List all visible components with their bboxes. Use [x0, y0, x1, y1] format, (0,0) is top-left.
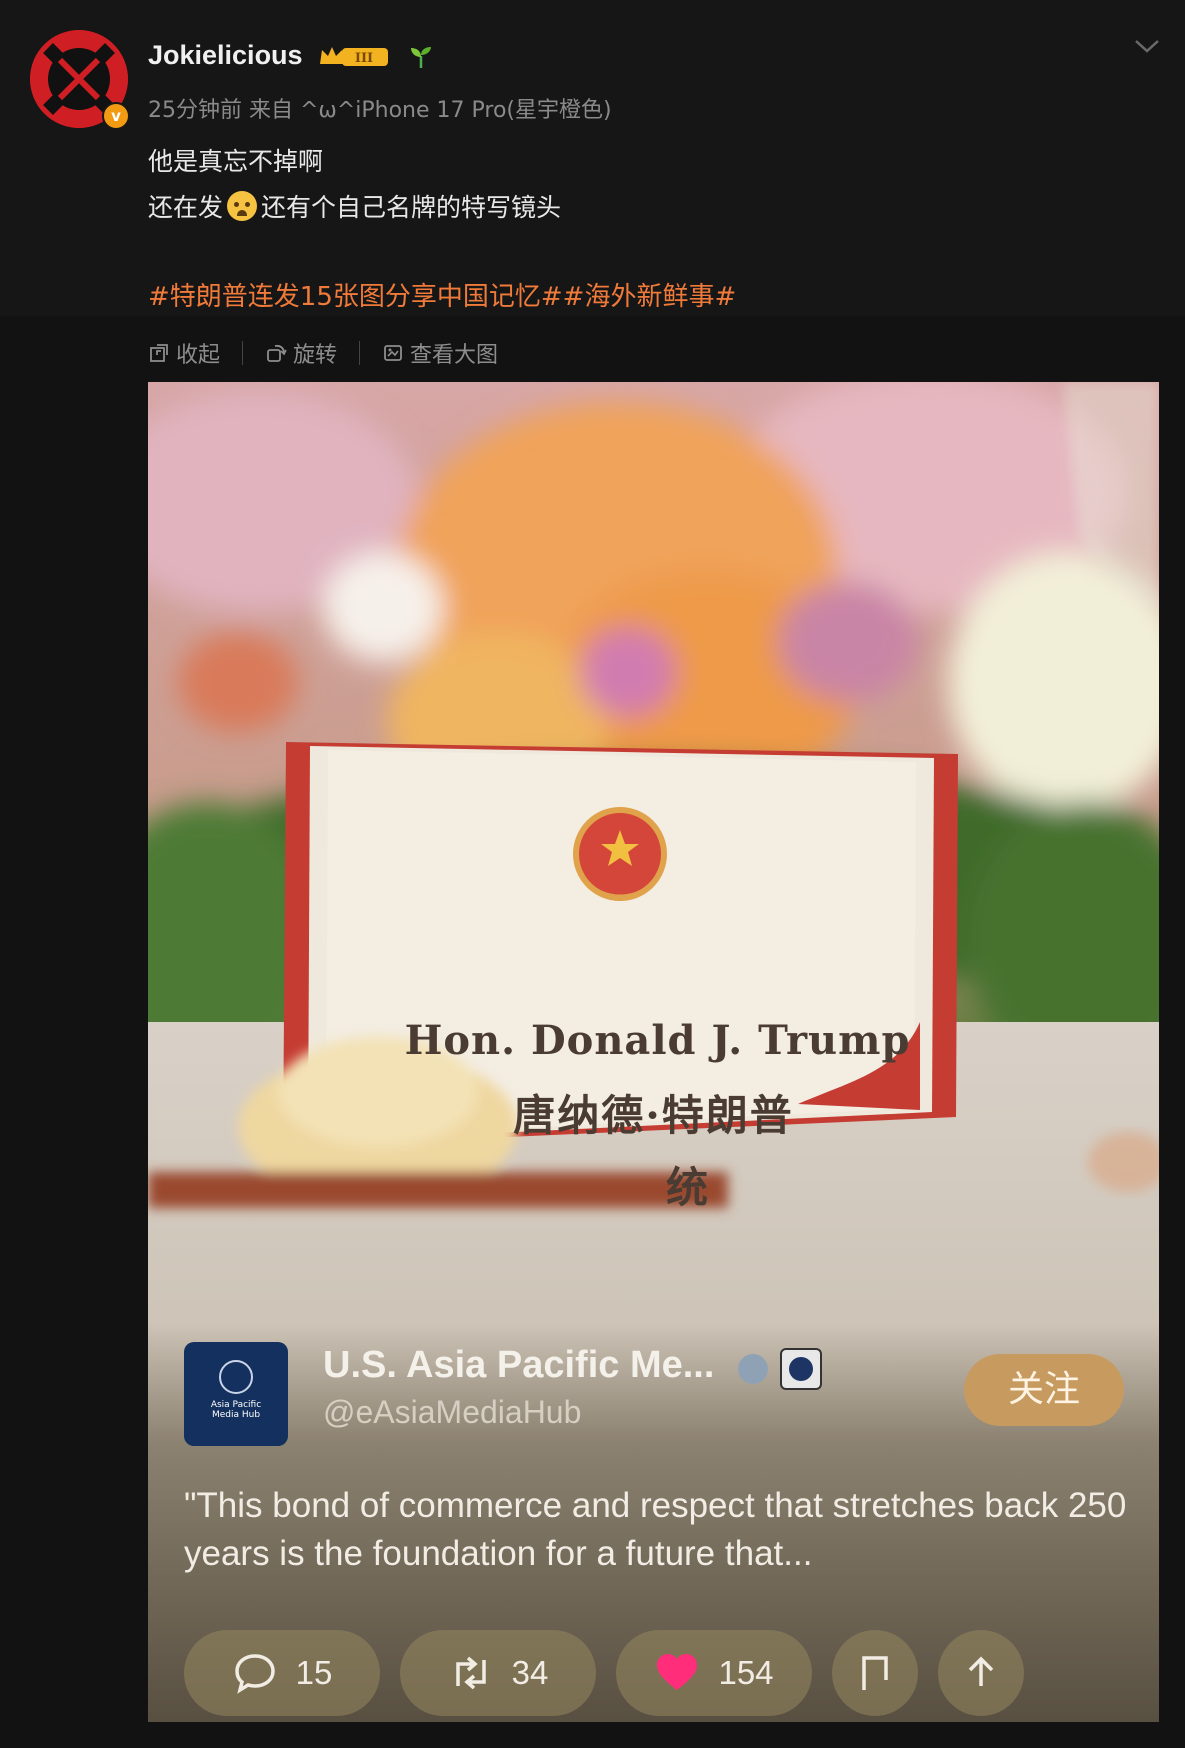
- view-large-button[interactable]: 查看大图: [382, 337, 498, 369]
- toolbar-divider: [359, 341, 361, 365]
- hashtags-link[interactable]: #特朗普连发15张图分享中国记忆##海外新鲜事#: [148, 276, 736, 313]
- nameplate-title-char: 统: [666, 1163, 709, 1212]
- seal-icon: [219, 1360, 253, 1394]
- repost-icon: [455, 1656, 486, 1690]
- account-handle: @eAsiaMediaHub: [323, 1394, 582, 1430]
- verified-badge-icon: v: [102, 102, 130, 130]
- share-arrow-icon: [968, 1656, 994, 1686]
- bookmark-button[interactable]: [832, 1630, 918, 1716]
- bookmark-icon: [862, 1656, 888, 1690]
- chevron-down-icon[interactable]: [1134, 38, 1160, 54]
- share-button[interactable]: [938, 1630, 1024, 1716]
- account-name[interactable]: U.S. Asia Pacific Me...: [323, 1344, 714, 1387]
- logo-line-1: Asia Pacific: [210, 1400, 262, 1410]
- nameplate-english-name: Hon. Donald J. Trump: [404, 1017, 911, 1064]
- post-text-line-2a: 还在发: [148, 193, 224, 222]
- member-crown-badge-icon[interactable]: III: [318, 44, 392, 70]
- crying-face-emoji-icon: [227, 191, 258, 221]
- heart-icon: [657, 1654, 698, 1690]
- post-meta: 25分钟前 来自 ^ω^iPhone 17 Pro(星宇橙色): [148, 98, 612, 123]
- comment-bubble-icon: [234, 1654, 275, 1694]
- toolbar-divider: [242, 341, 244, 365]
- embedded-post-text: "This bond of commerce and respect that …: [184, 1486, 1127, 1573]
- account-logo[interactable]: Asia Pacific Media Hub: [184, 1342, 288, 1446]
- level-badge-text: III: [355, 51, 373, 66]
- follow-button[interactable]: 关注: [964, 1354, 1124, 1426]
- like-count: 154: [718, 1654, 774, 1691]
- like-button[interactable]: 154: [616, 1630, 812, 1716]
- username[interactable]: Jokielicious: [148, 40, 303, 71]
- logo-line-2: Media Hub: [211, 1410, 261, 1420]
- verified-check-icon: [738, 1354, 768, 1384]
- nameplate-chinese-name: 唐纳德·特朗普: [513, 1091, 794, 1140]
- sprout-icon: [411, 47, 431, 68]
- rotate-icon: [267, 344, 287, 362]
- reply-count: 15: [295, 1654, 333, 1691]
- image-toolbar: 收起 旋转 查看大图: [148, 338, 498, 368]
- post-text-line-2b: 还有个自己名牌的特写镜头: [261, 193, 562, 222]
- view-large-icon: [384, 345, 402, 361]
- post-image[interactable]: Hon. Donald J. Trump 唐纳德·特朗普 统 Asia Paci…: [148, 382, 1159, 1722]
- post-text-line-2: 还在发 还有个自己名牌的特写镜头: [148, 188, 561, 224]
- reply-button[interactable]: 15: [184, 1630, 380, 1716]
- repost-count: 34: [511, 1654, 549, 1691]
- post-text-line-1: 他是真忘不掉啊: [148, 147, 324, 176]
- collapse-label: 收起: [176, 343, 221, 368]
- rotate-button[interactable]: 旋转: [265, 337, 337, 369]
- collapse-icon: [150, 344, 168, 362]
- view-large-label: 查看大图: [410, 343, 499, 368]
- repost-button[interactable]: 34: [400, 1630, 596, 1716]
- government-seal-badge-icon: [780, 1348, 822, 1390]
- rotate-label: 旋转: [293, 343, 338, 368]
- collapse-button[interactable]: 收起: [148, 337, 220, 369]
